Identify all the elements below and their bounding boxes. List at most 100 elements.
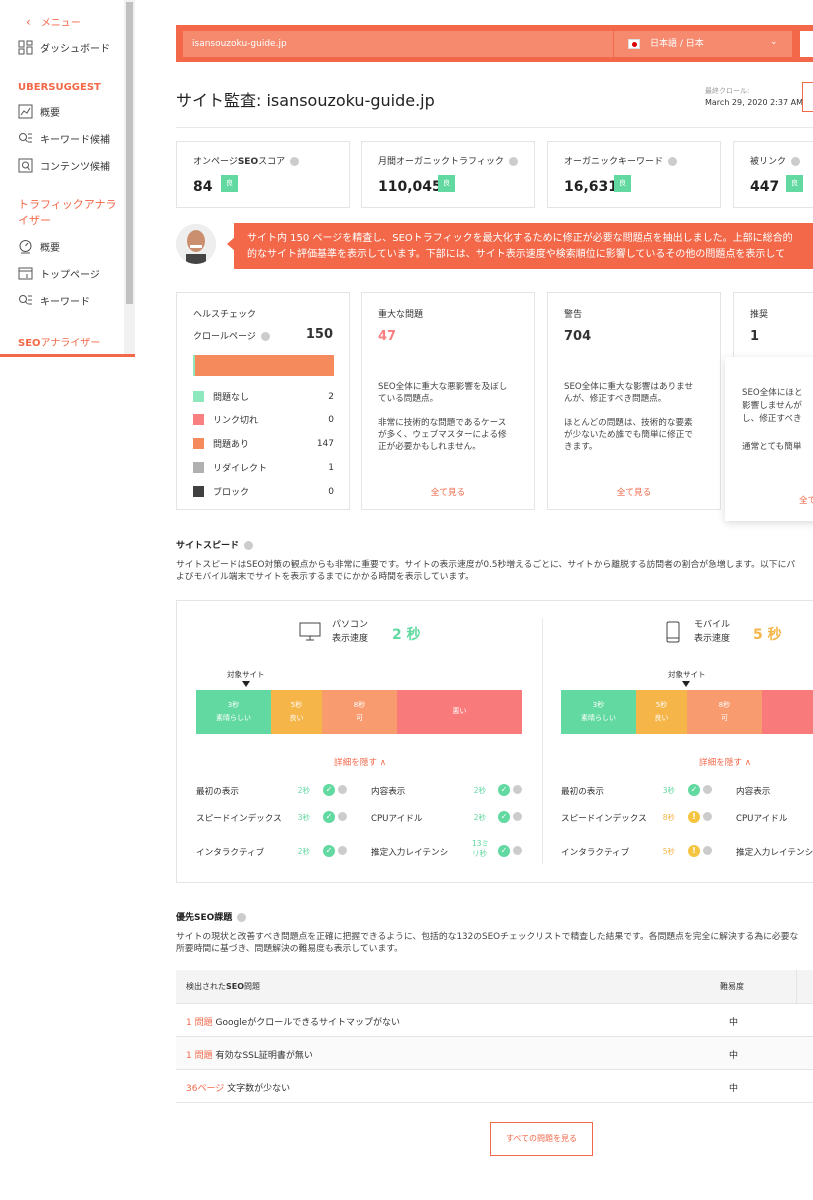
help-icon[interactable] <box>338 785 347 794</box>
metric-value: 3秒 <box>662 786 675 795</box>
hide-details-toggle[interactable]: 詳細を隠す ∧ <box>334 756 386 768</box>
site-speed-desc: サイトスピードはSEO対策の観点からも非常に重要です。サイトの表示速度が0.5秒… <box>176 560 796 570</box>
recommend-desc: SEO全体にほと 影響しませんが し、修正すべき <box>742 388 803 424</box>
metric-input-latency: 推定入力レイテンシ <box>736 848 813 858</box>
col-issue-header: 検出されたSEO問題 <box>186 982 261 991</box>
metric-interactive: インタラクティブ <box>561 848 630 858</box>
help-icon[interactable] <box>508 157 518 166</box>
speed-segment-excellent: 3秒 素晴らしい <box>196 690 271 734</box>
legend-blocked: ブロック 0 <box>193 485 334 498</box>
sidebar-scrollbar-thumb[interactable] <box>126 2 133 304</box>
help-icon[interactable] <box>791 157 801 166</box>
speed-segment-fair: 8秒可 <box>322 690 397 734</box>
last-crawl-value: March 29, 2020 2:37 AM <box>705 98 803 107</box>
health-title: ヘルスチェック <box>193 310 257 320</box>
recommend-desc-2: 通常とても簡単 <box>742 442 802 452</box>
check-icon: ✓ <box>323 811 335 823</box>
difficulty-cell: 中 <box>729 1018 739 1028</box>
check-icon: ✓ <box>498 845 510 857</box>
target-site-label: 対象サイト <box>227 670 265 679</box>
site-speed-title: サイトスピード <box>176 538 254 551</box>
help-icon[interactable] <box>338 812 347 821</box>
seo-analyzer-heading[interactable]: SEOアナライザー <box>18 334 100 349</box>
sidebar-item-traffic-overview[interactable]: 概要 <box>18 239 60 254</box>
see-all-issues-button[interactable]: すべての問題を見る <box>490 1122 593 1156</box>
keyword-search-icon <box>19 133 32 143</box>
help-icon[interactable] <box>237 913 247 922</box>
search-button[interactable] <box>800 31 813 57</box>
ubersuggest-heading: UBERSUGGEST <box>18 82 101 93</box>
issue-count-link[interactable]: 1 問題 <box>186 1051 213 1061</box>
sidebar-item-content-ideas[interactable]: コンテンツ候補 <box>18 158 110 173</box>
hide-details-toggle[interactable]: 詳細を隠す ∧ <box>699 756 751 768</box>
help-icon[interactable] <box>668 157 678 166</box>
speed-segment-poor: 悪い <box>397 690 522 734</box>
help-icon[interactable] <box>703 846 712 855</box>
target-marker <box>242 681 250 687</box>
sidebar-item-dashboard[interactable]: ダッシュボード <box>18 40 110 55</box>
sidebar-item-top-pages[interactable]: トップページ <box>18 266 100 281</box>
divider <box>542 618 543 864</box>
sidebar-item-traffic-keywords[interactable]: キーワード <box>18 293 90 308</box>
issue-cell: 36ページ 文字数が少ない <box>186 1084 291 1094</box>
table-row[interactable]: 1 問題 Googleがクロールできるサイトマップがない 中 <box>176 1003 813 1037</box>
seo-heading-suffix: アナライザー <box>40 338 101 349</box>
check-icon: ✓ <box>498 784 510 796</box>
last-crawl-label: 最終クロール: <box>705 87 750 95</box>
recrawl-button[interactable] <box>802 82 813 112</box>
sidebar-item-keyword-ideas[interactable]: キーワード候補 <box>18 131 110 146</box>
warning-view-all-link[interactable]: 全て見る <box>548 486 720 498</box>
desktop-speed-label: パソコン 表示速度 <box>332 620 369 644</box>
desktop-speed-value: 2 秒 <box>392 627 421 643</box>
sidebar-item-label: キーワード候補 <box>40 135 110 146</box>
legend-redirect: リダイレクト 1 <box>193 461 334 474</box>
help-icon[interactable] <box>703 812 712 821</box>
help-icon[interactable] <box>260 332 270 341</box>
help-icon[interactable] <box>513 812 522 821</box>
metric-interactive: インタラクティブ <box>196 848 265 858</box>
site-speed-desc-2: よびモバイル端末でサイトを表示するまでにかかる時間を表示しています。 <box>176 572 474 582</box>
help-icon[interactable] <box>244 541 254 550</box>
legend-broken: リンク切れ 0 <box>193 413 334 426</box>
issue-count-link[interactable]: 1 問題 <box>186 1018 213 1028</box>
legend-swatch <box>193 486 204 497</box>
menu-back-button[interactable]: ‹ メニュー <box>26 14 81 30</box>
help-icon[interactable] <box>513 846 522 855</box>
banner-line: サイト内 150 ページを精査し、SEOトラフィックを最大化するために修正が必要… <box>247 233 793 244</box>
col-divider <box>796 970 797 1003</box>
url-input[interactable]: isansouzoku-guide.jp <box>183 31 613 57</box>
seo-heading-prefix: SEO <box>18 338 41 349</box>
metric-content-paint: 内容表示 <box>736 787 771 797</box>
metric-content-paint: 内容表示 <box>371 787 406 797</box>
legend-swatch <box>193 391 204 402</box>
metric-cpu-idle: CPUアイドル <box>736 814 788 824</box>
sidebar-active-indicator <box>0 354 135 357</box>
sidebar-item-ub-overview[interactable]: 概要 <box>18 104 60 119</box>
critical-view-all-link[interactable]: 全て見る <box>362 486 534 498</box>
issue-count-link[interactable]: 36ページ <box>186 1084 224 1094</box>
table-header: 検出されたSEO問題 難易度 <box>176 970 813 1003</box>
language-select[interactable]: 日本語 / 日本 <box>614 31 792 57</box>
metric-value: 84 <box>193 179 213 195</box>
difficulty-cell: 中 <box>729 1051 739 1061</box>
critical-issues-card: 重大な問題 47 SEO全体に重大な悪影響を及ぼしている問題点。 非常に技術的な… <box>361 292 535 510</box>
chart-icon <box>18 104 33 119</box>
critical-title: 重大な問題 <box>378 310 424 320</box>
keyword-search-icon <box>19 295 32 305</box>
table-row[interactable]: 36ページ 文字数が少ない 中 <box>176 1069 813 1103</box>
metric-label: 被リンク <box>750 154 801 167</box>
sidebar-item-label: 概要 <box>40 243 60 254</box>
health-bar <box>193 355 334 376</box>
divider <box>176 127 813 128</box>
table-row[interactable]: 1 問題 有効なSSL証明書が無い 中 <box>176 1036 813 1070</box>
help-icon[interactable] <box>703 785 712 794</box>
help-icon[interactable] <box>338 846 347 855</box>
help-icon[interactable] <box>513 785 522 794</box>
check-icon: ✓ <box>323 784 335 796</box>
metric-value: 2秒 <box>297 847 310 856</box>
recommend-view-all-link[interactable]: 全て <box>799 494 813 506</box>
help-icon[interactable] <box>290 157 300 166</box>
backlinks-card: 被リンク 447 良 <box>733 141 813 208</box>
legend-ok: 問題なし 2 <box>193 390 334 403</box>
dashboard-icon <box>18 40 33 55</box>
